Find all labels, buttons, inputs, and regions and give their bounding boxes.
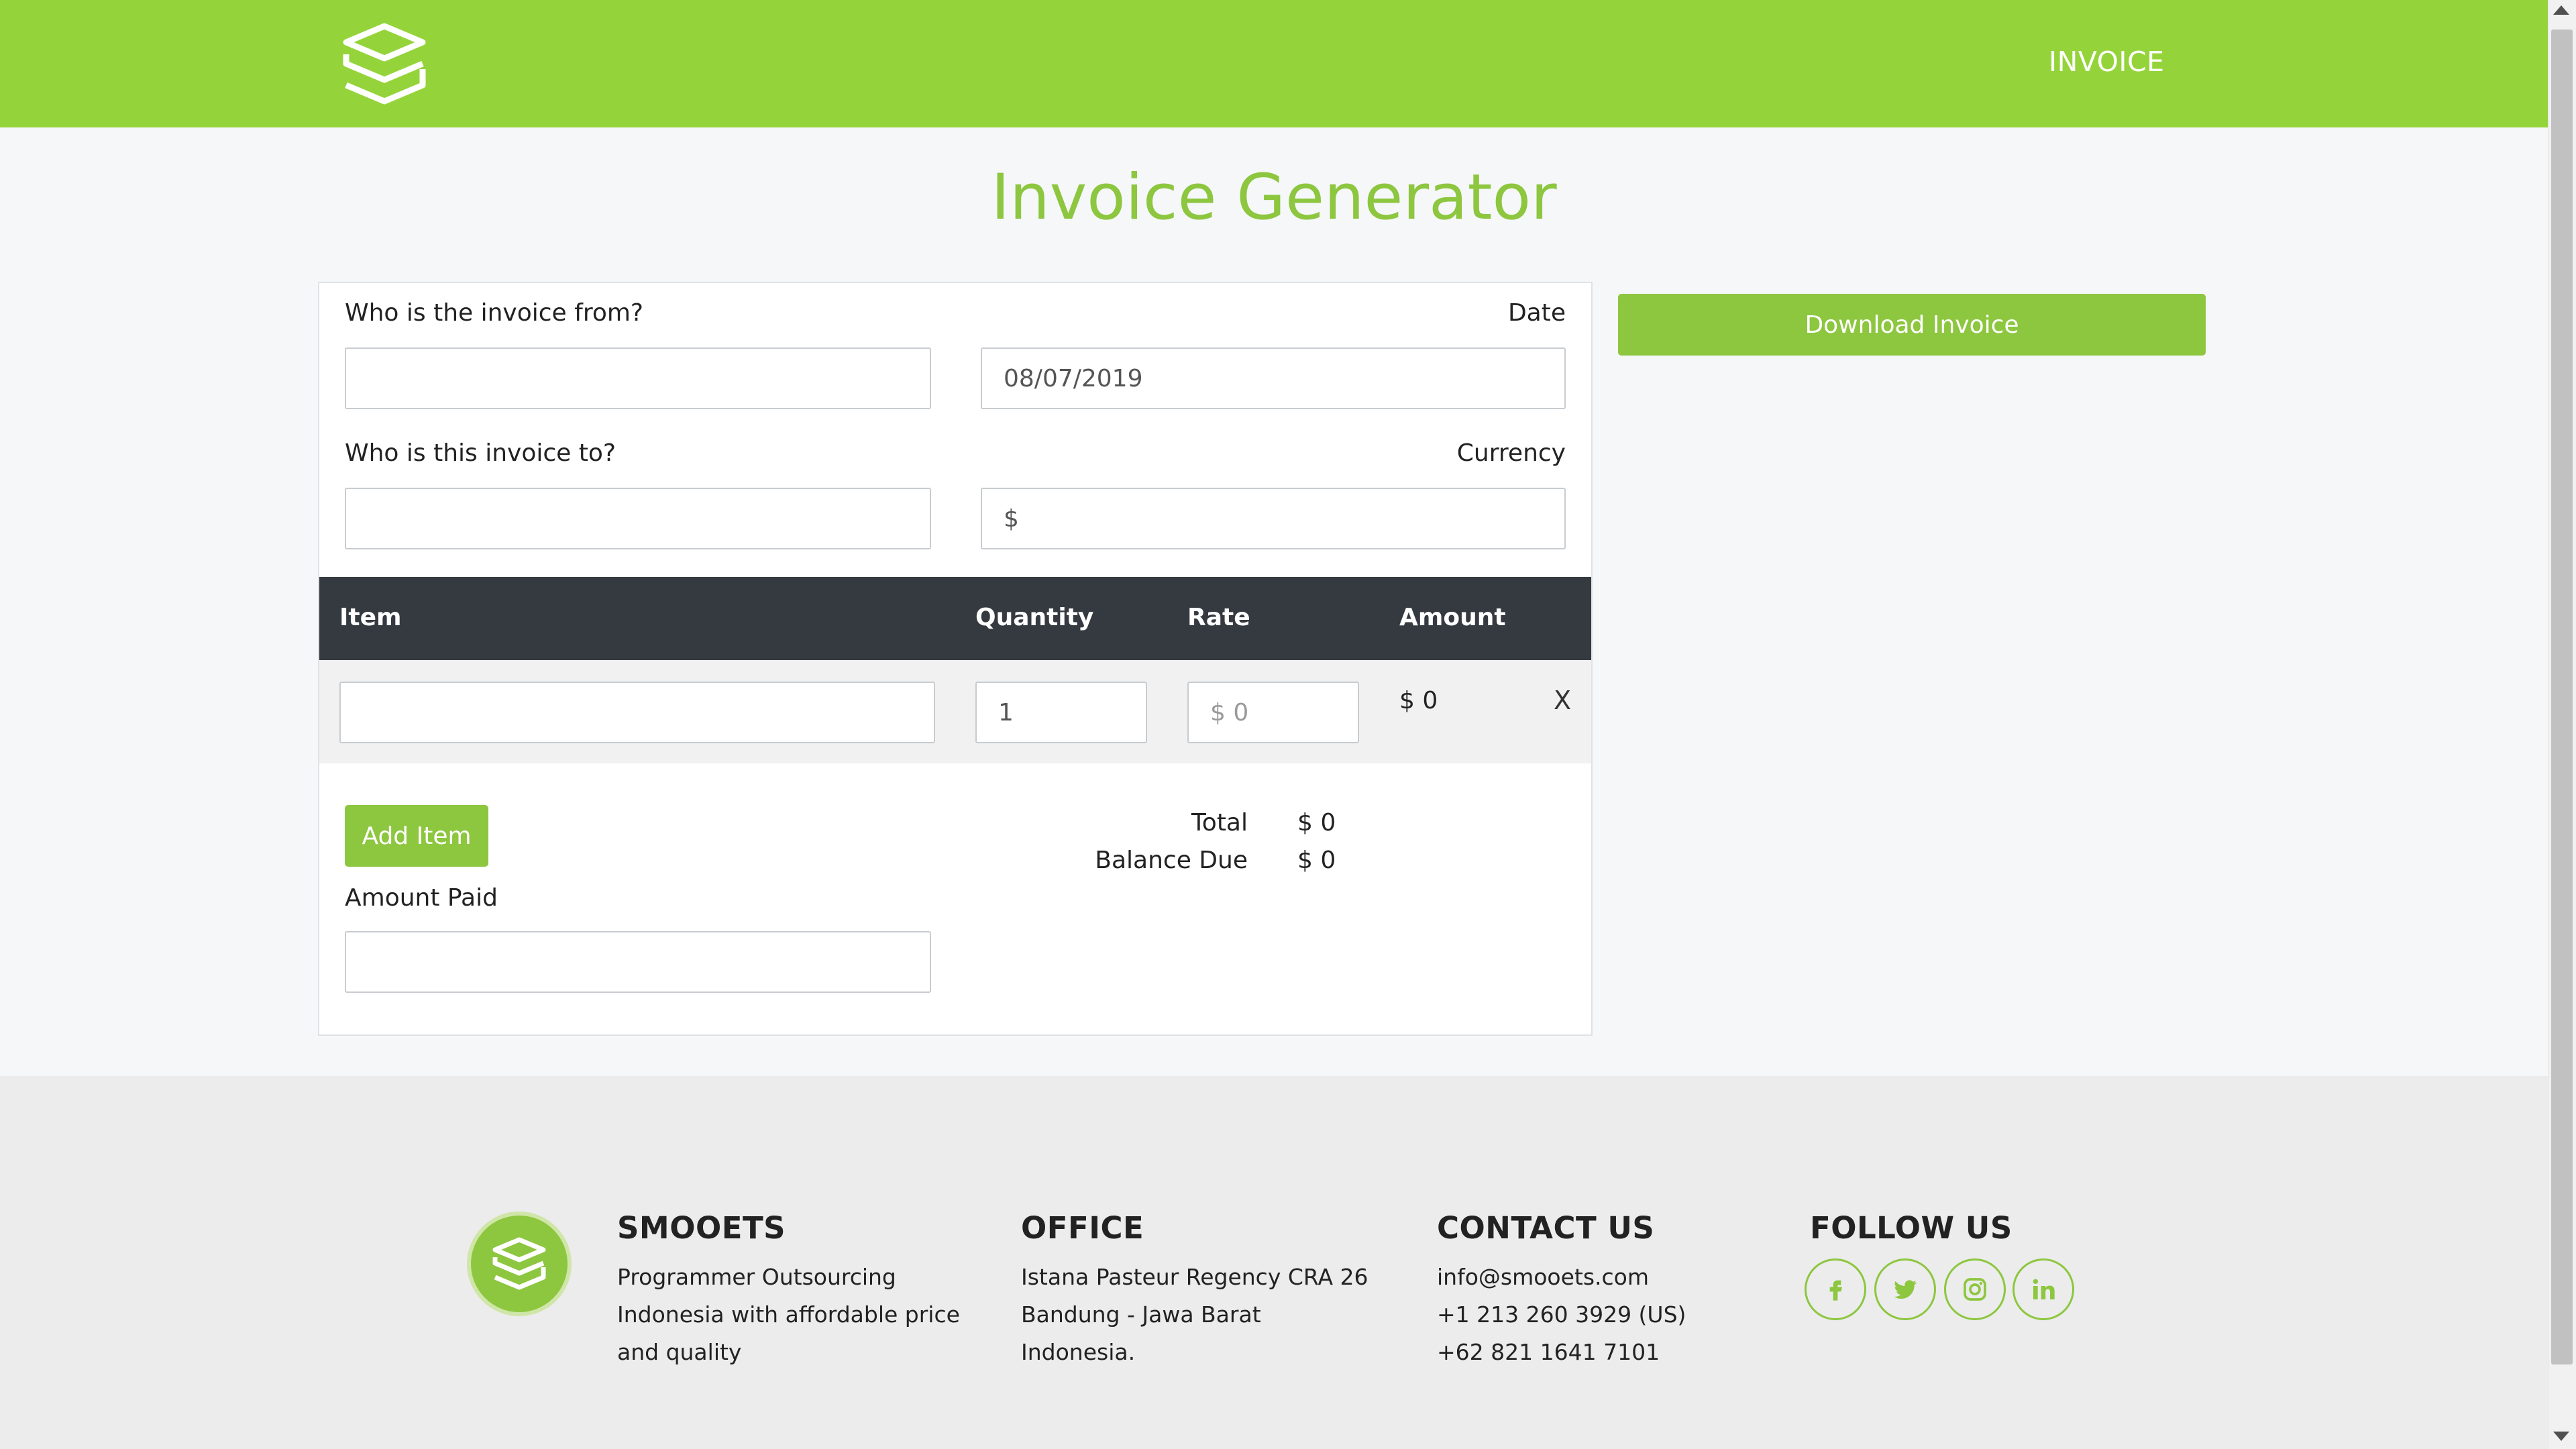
footer-office-line: Indonesia. (1021, 1339, 1136, 1365)
footer-logo-icon (467, 1212, 572, 1316)
remove-item-button[interactable]: X (1554, 686, 1571, 715)
footer-company-line: and quality (617, 1339, 742, 1365)
column-header-rate: Rate (1187, 604, 1250, 631)
column-header-quantity: Quantity (975, 604, 1094, 631)
item-rate-input[interactable]: $ 0 (1187, 682, 1359, 743)
footer-follow-heading: FOLLOW US (1810, 1210, 2012, 1246)
page-title: Invoice Generator (991, 161, 1557, 234)
footer-company-name: SMOOETS (617, 1210, 786, 1246)
add-item-button[interactable]: Add Item (345, 805, 488, 867)
amount-paid-input[interactable] (345, 931, 931, 993)
linkedin-icon[interactable] (2012, 1258, 2074, 1320)
instagram-icon[interactable] (1944, 1258, 2006, 1320)
footer-phone-us[interactable]: +1 213 260 3929 (US) (1437, 1296, 1686, 1334)
footer-contact-heading: CONTACT US (1437, 1210, 1655, 1246)
total-label: Total (1191, 809, 1248, 837)
invoice-to-input[interactable] (345, 488, 931, 549)
footer-contact-info: info@smooets.com +1 213 260 3929 (US) +6… (1437, 1258, 1686, 1371)
column-header-item: Item (339, 604, 402, 631)
smooets-logo-icon[interactable] (341, 22, 428, 106)
balance-due-label: Balance Due (1095, 847, 1248, 874)
from-label: Who is the invoice from? (345, 299, 644, 327)
download-invoice-button[interactable]: Download Invoice (1618, 294, 2206, 356)
item-description-input[interactable] (339, 682, 935, 743)
twitter-icon[interactable] (1874, 1258, 1936, 1320)
footer-office-address: Istana Pasteur Regency CRA 26 Bandung - … (1021, 1258, 1368, 1371)
footer-email-link[interactable]: info@smooets.com (1437, 1258, 1686, 1296)
footer-company-description: Programmer Outsourcing Indonesia with af… (617, 1258, 960, 1371)
item-amount-value: $ 0 (1399, 687, 1438, 714)
balance-due-value: $ 0 (1297, 847, 1336, 874)
footer-office-line: Bandung - Jawa Barat (1021, 1301, 1261, 1328)
footer-company-line: Indonesia with affordable price (617, 1301, 960, 1328)
footer-company-line: Programmer Outsourcing (617, 1264, 896, 1290)
footer-office-heading: OFFICE (1021, 1210, 1144, 1246)
facebook-icon[interactable] (1805, 1258, 1866, 1320)
date-input[interactable]: 08/07/2019 (981, 347, 1566, 409)
footer-phone-id[interactable]: +62 821 1641 7101 (1437, 1334, 1686, 1371)
invoice-from-input[interactable] (345, 347, 931, 409)
nav-link-invoice[interactable]: INVOICE (2049, 46, 2165, 78)
scroll-down-arrow-icon[interactable] (2553, 1432, 2569, 1441)
currency-label: Currency (1456, 439, 1566, 467)
column-header-amount: Amount (1399, 604, 1506, 631)
scroll-up-arrow-icon[interactable] (2553, 5, 2569, 15)
amount-paid-label: Amount Paid (345, 884, 498, 912)
to-label: Who is this invoice to? (345, 439, 616, 467)
currency-input[interactable]: $ (981, 488, 1566, 549)
scrollbar-thumb[interactable] (2551, 30, 2573, 1364)
date-label: Date (1507, 299, 1566, 327)
item-quantity-input[interactable]: 1 (975, 682, 1147, 743)
footer-office-line: Istana Pasteur Regency CRA 26 (1021, 1264, 1368, 1290)
total-value: $ 0 (1297, 809, 1336, 837)
